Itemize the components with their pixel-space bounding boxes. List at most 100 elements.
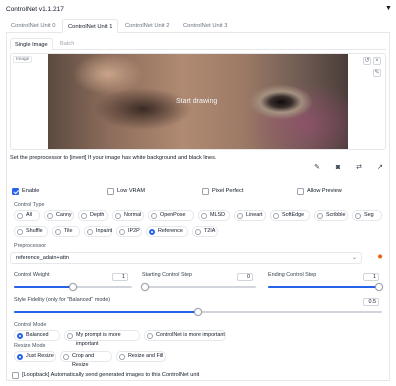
allow-preview-checkbox[interactable] [297, 188, 304, 195]
radio-balanced[interactable] [17, 333, 23, 339]
control-type-ip2p[interactable]: IP2P [116, 226, 142, 237]
tab-controlnet-unit-0[interactable]: ControlNet Unit 0 [6, 19, 60, 33]
control-type-tile[interactable]: Tile [52, 226, 80, 237]
tab-controlnet-unit-3[interactable]: ControlNet Unit 3 [178, 19, 232, 33]
control-type-canny[interactable]: Canny [44, 210, 74, 221]
camera-icon[interactable]: ◙ [331, 162, 345, 174]
control-weight-thumb[interactable] [69, 283, 77, 291]
control-type-shuffle[interactable]: Shuffle [14, 226, 48, 237]
tab-batch[interactable]: Batch [56, 38, 78, 50]
resize-mode-crop[interactable]: Crop and Resize [60, 351, 112, 368]
radio-label: SoftEdge [282, 212, 305, 218]
loopback-checkbox[interactable] [12, 372, 19, 379]
control-type-lineart[interactable]: Lineart [234, 210, 266, 221]
radio-t2ia[interactable] [195, 229, 201, 235]
ending-step-thumb[interactable] [375, 283, 383, 291]
control-type-mlsd[interactable]: MLSD [198, 210, 230, 221]
control-weight-fill [14, 286, 73, 288]
radio-softedge[interactable] [273, 213, 279, 219]
starting-step-thumb[interactable] [141, 283, 149, 291]
preprocessor-label: Preprocessor [14, 243, 47, 249]
radio-tile[interactable] [55, 229, 61, 235]
starting-step-input[interactable]: 0 [237, 273, 253, 281]
chevron-down-icon[interactable]: ⌄ [352, 254, 357, 261]
radio-label: Scribble [326, 212, 346, 218]
close-icon[interactable]: × [373, 57, 381, 65]
radio-resize-fill[interactable] [119, 354, 125, 360]
radio-seg[interactable] [355, 213, 361, 219]
style-fidelity-input[interactable]: 0.5 [363, 298, 379, 306]
pixel-perfect-checkbox[interactable] [202, 188, 209, 195]
resize-mode-just-resize[interactable]: Just Resize [14, 351, 56, 362]
radio-label: Reference [158, 228, 183, 234]
control-type-seg[interactable]: Seg [352, 210, 382, 221]
radio-scribble[interactable] [317, 213, 323, 219]
radio-lineart[interactable] [237, 213, 243, 219]
accordion-title[interactable]: ControlNet v1.1.217 [6, 6, 64, 13]
swap-icon[interactable]: ⇄ [352, 162, 366, 174]
radio-label: IP2P [128, 228, 140, 234]
control-type-softedge[interactable]: SoftEdge [270, 210, 310, 221]
radio-ip2p[interactable] [119, 229, 125, 235]
control-type-all[interactable]: All [14, 210, 40, 221]
radio-just-resize[interactable] [17, 354, 23, 360]
ending-step-input[interactable]: 1 [363, 273, 379, 281]
radio-label: All [26, 212, 32, 218]
control-mode-my-prompt[interactable]: My prompt is more important [64, 330, 140, 347]
radio-label: Tile [64, 228, 73, 234]
ending-step-fill [268, 286, 382, 288]
low-vram-checkbox[interactable] [107, 188, 114, 195]
radio-label: Shuffle [26, 228, 43, 234]
radio-reference[interactable] [149, 229, 155, 235]
style-fidelity-label: Style Fidelity (only for "Balanced" mode… [14, 297, 111, 303]
preprocessor-select[interactable]: reference_adain+attn [10, 252, 362, 264]
radio-controlnet[interactable] [147, 333, 153, 339]
resize-mode-fill[interactable]: Resize and Fill [116, 351, 166, 362]
radio-label: Resize and Fill [128, 353, 164, 359]
control-type-openpose[interactable]: OpenPose [148, 210, 194, 221]
control-type-t2ia[interactable]: T2IA [192, 226, 218, 237]
undo-icon[interactable]: ↺ [363, 57, 371, 65]
control-type-scribble[interactable]: Scribble [314, 210, 348, 221]
pencil-icon[interactable]: ✎ [310, 162, 324, 174]
radio-label: ControlNet is more important [156, 332, 225, 338]
style-fidelity-thumb[interactable] [194, 308, 202, 316]
control-weight-slider[interactable] [14, 283, 132, 291]
control-type-reference[interactable]: Reference [146, 226, 188, 237]
enable-label: Enable [22, 188, 40, 194]
starting-step-slider[interactable] [141, 283, 256, 291]
tab-single-image[interactable]: Single Image [10, 38, 53, 50]
control-mode-label: Control Mode [14, 322, 47, 328]
radio-label: OpenPose [160, 212, 186, 218]
fire-icon[interactable]: ✹ [374, 252, 386, 264]
tab-controlnet-unit-1[interactable]: ControlNet Unit 1 [62, 19, 119, 33]
radio-all[interactable] [17, 213, 23, 219]
radio-crop-resize[interactable] [63, 354, 69, 360]
radio-my-prompt[interactable] [67, 333, 73, 339]
ending-step-slider[interactable] [268, 283, 383, 291]
unit-tabs: ControlNet Unit 0 ControlNet Unit 1 Cont… [6, 19, 390, 33]
loopback-label: [Loopback] Automatically send generated … [22, 372, 200, 378]
control-type-inpaint[interactable]: Inpaint [84, 226, 112, 237]
radio-inpaint[interactable] [87, 229, 93, 235]
radio-label: Normal [124, 212, 142, 218]
brush-icon[interactable]: ✎ [373, 69, 381, 77]
control-weight-input[interactable]: 1 [112, 273, 128, 281]
control-type-normal[interactable]: Normal [112, 210, 144, 221]
tab-controlnet-unit-2[interactable]: ControlNet Unit 2 [120, 19, 174, 33]
radio-openpose[interactable] [151, 213, 157, 219]
style-fidelity-slider[interactable] [14, 308, 382, 316]
image-label: Image [13, 56, 33, 63]
arrow-up-icon[interactable]: ↗ [373, 162, 387, 174]
radio-depth[interactable] [81, 213, 87, 219]
triangle-down-icon[interactable]: ▼ [385, 5, 392, 12]
radio-canny[interactable] [47, 213, 53, 219]
control-type-depth[interactable]: Depth [78, 210, 108, 221]
enable-checkbox[interactable] [12, 188, 19, 195]
control-mode-controlnet[interactable]: ControlNet is more important [144, 330, 226, 341]
control-mode-balanced[interactable]: Balanced [14, 330, 60, 341]
starting-step-label: Starting Control Step [142, 272, 193, 278]
radio-mlsd[interactable] [201, 213, 207, 219]
radio-shuffle[interactable] [17, 229, 23, 235]
radio-normal[interactable] [115, 213, 121, 219]
